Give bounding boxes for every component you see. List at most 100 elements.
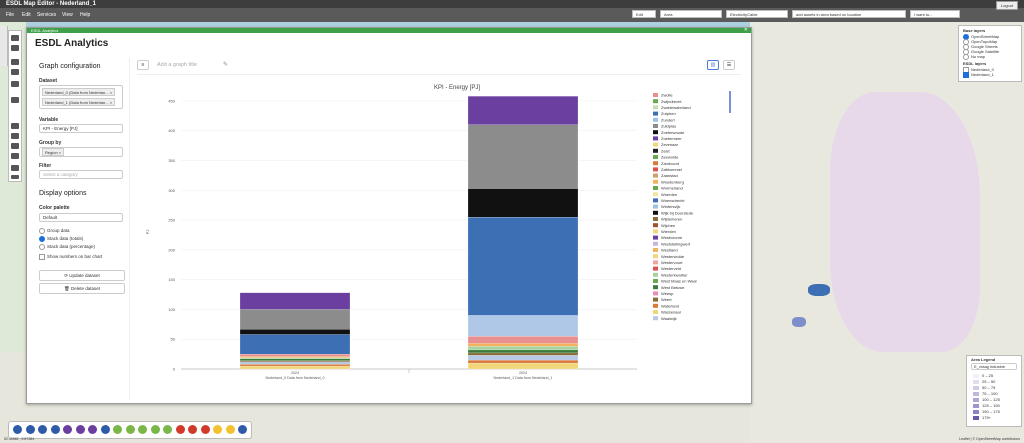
dataset-tag-1[interactable]: Nederland_1 (Data from Nederlan... × xyxy=(42,98,116,106)
zoom-in-icon[interactable] xyxy=(11,35,19,41)
area-legend-select[interactable]: E_vraag industrie xyxy=(971,363,1017,370)
legend-label: West Betuwe xyxy=(661,285,685,290)
draw-line-icon[interactable] xyxy=(11,123,19,129)
menu-help[interactable]: Help xyxy=(80,12,90,18)
asset-tool-icon[interactable] xyxy=(13,425,22,434)
menu-file[interactable]: File xyxy=(6,12,14,18)
delete-dataset-button[interactable]: 🗑 Delete dataset xyxy=(39,283,125,294)
legend-swatch xyxy=(653,254,658,259)
draw-rectangle-icon[interactable] xyxy=(11,143,19,149)
legend-label: West Maas en Waal xyxy=(661,279,697,284)
add-assets-select[interactable]: add assets in area based on location xyxy=(792,10,906,18)
panel-header[interactable]: ESDL Analytics ✕ xyxy=(27,28,751,33)
radio-group-data[interactable]: Group data xyxy=(39,228,70,234)
panel-header-title: ESDL Analytics xyxy=(31,28,59,33)
layer-nederland-1[interactable]: Nederland_1 xyxy=(963,72,994,78)
asset-tool-icon[interactable] xyxy=(50,425,60,434)
asset-tool-icon[interactable] xyxy=(63,425,72,434)
legend-label: Zaanstad xyxy=(661,173,678,178)
asset-type-select[interactable]: ElectricityCable xyxy=(726,10,788,18)
legend-swatch xyxy=(653,260,658,265)
display-options-heading: Display options xyxy=(39,190,87,197)
asset-tool-icon[interactable] xyxy=(38,425,47,434)
draw-marker-icon[interactable] xyxy=(11,153,19,159)
color-palette-select[interactable]: Default xyxy=(39,213,123,222)
close-icon[interactable]: ✕ xyxy=(744,28,748,33)
base-layers-title: Base layers xyxy=(963,28,986,33)
asset-tool-icon[interactable] xyxy=(100,425,110,434)
legend-swatch xyxy=(653,167,658,172)
filter-label: Filter xyxy=(39,163,52,169)
asset-tool-icon[interactable] xyxy=(175,425,185,434)
filter-select[interactable]: Select a category xyxy=(39,170,123,179)
legend-swatch xyxy=(653,217,658,221)
dataset-select[interactable]: Nederland_0 (Data from Nederlan... × Ned… xyxy=(39,85,123,109)
asset-tool-icon[interactable] xyxy=(125,425,135,434)
radio-stack-percentage[interactable]: Stack data (percentage) xyxy=(39,244,95,250)
asset-tool-icon[interactable] xyxy=(150,425,160,434)
comment-icon[interactable] xyxy=(11,97,19,103)
edit-layers-icon[interactable] xyxy=(11,165,19,171)
asset-tool-icon[interactable] xyxy=(88,425,97,434)
group-by-select[interactable]: Region × xyxy=(39,147,123,157)
table-view-icon[interactable]: ☰ xyxy=(723,60,735,70)
delete-layers-icon[interactable] xyxy=(11,175,19,179)
info-icon[interactable] xyxy=(11,59,19,65)
chart-view-icon[interactable]: ▥ xyxy=(707,60,719,70)
legend-swatch xyxy=(653,198,658,203)
menu-view[interactable]: View xyxy=(62,12,73,18)
draw-polygon-icon[interactable] xyxy=(11,133,19,139)
side-drawer-tab[interactable] xyxy=(0,26,8,66)
layer-no-map[interactable]: No map xyxy=(963,54,985,60)
asset-tool-icon[interactable] xyxy=(213,425,222,434)
legend-label: Westerveld xyxy=(661,266,681,271)
update-dataset-button[interactable]: ⟳ Update dataset xyxy=(39,270,125,281)
variable-select[interactable]: KPI - Energy [PJ] xyxy=(39,124,123,133)
legend-swatch xyxy=(653,105,658,110)
asset-tool-icon[interactable] xyxy=(238,425,247,434)
asset-tool-icon[interactable] xyxy=(25,425,35,434)
area-select[interactable]: Area xyxy=(660,10,722,18)
legend-label: Weert xyxy=(661,297,672,302)
x-tick-label: Nederland_1 Data from Nederland_1 xyxy=(494,376,553,380)
layers-control: Base layers OpenStreetMap OpenTopoMap Go… xyxy=(958,25,1022,82)
action-select[interactable]: I want to... xyxy=(910,10,960,18)
bar-segment xyxy=(467,349,579,354)
pencil-icon[interactable]: ✎ xyxy=(223,61,228,68)
dataset-tag-0[interactable]: Nederland_0 (Data from Nederlan... × xyxy=(42,88,116,96)
dataset-label: Dataset xyxy=(39,78,58,84)
group-by-tag[interactable]: Region × xyxy=(42,148,65,156)
asset-tool-icon[interactable] xyxy=(200,425,210,434)
x-tick-label: 2024 xyxy=(291,371,299,375)
search-icon[interactable] xyxy=(11,81,19,87)
legend-label: Zoetermeer xyxy=(661,136,682,141)
cursor-coordinates: 52.40562 , 5.87284 xyxy=(4,437,35,441)
legend-label: Zwartewaterland xyxy=(661,105,691,110)
bar-segment xyxy=(239,358,351,361)
legend-swatch xyxy=(653,297,658,302)
graph-title-input[interactable]: Add a graph title xyxy=(157,62,197,68)
menu-icon[interactable]: ≡ xyxy=(137,60,149,70)
menu-edit[interactable]: Edit xyxy=(22,12,31,18)
asset-tool-icon[interactable] xyxy=(225,425,235,434)
legend-swatch xyxy=(653,173,658,178)
map-attribution[interactable]: Leaflet | © OpenStreetMap contributors xyxy=(959,437,1020,441)
bar-segment xyxy=(239,365,351,370)
bar-segment xyxy=(467,96,579,125)
locate-icon[interactable] xyxy=(11,69,19,75)
show-numbers-checkbox[interactable]: Show numbers on bar chart xyxy=(39,254,102,260)
radio-stack-totals[interactable]: Stack data (totals) xyxy=(39,236,83,242)
bar-segment xyxy=(239,309,351,330)
zoom-out-icon[interactable] xyxy=(11,45,19,51)
window-titlebar: ESDL Map Editor - Nederland_1 xyxy=(0,0,1024,8)
menu-services[interactable]: Services xyxy=(37,12,56,18)
asset-tool-icon[interactable] xyxy=(188,425,197,434)
asset-tool-icon[interactable] xyxy=(75,425,85,434)
legend-swatch xyxy=(653,210,658,215)
asset-tool-icon[interactable] xyxy=(163,425,172,434)
asset-tool-icon[interactable] xyxy=(138,425,147,434)
asset-tool-icon[interactable] xyxy=(113,425,122,434)
edit-mode-select[interactable]: Edit assets xyxy=(632,10,656,25)
logout-button[interactable]: Logout xyxy=(996,1,1018,10)
bar-segment xyxy=(239,360,351,362)
